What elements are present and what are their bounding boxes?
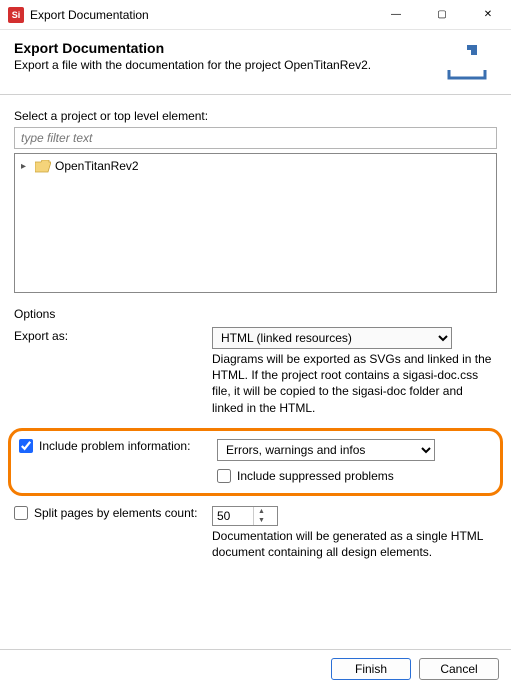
cancel-button[interactable]: Cancel bbox=[419, 658, 499, 680]
split-pages-spinner[interactable]: ▲ ▼ bbox=[212, 506, 278, 526]
window-controls: — ▢ ✕ bbox=[373, 0, 511, 29]
split-pages-hint: Documentation will be generated as a sin… bbox=[212, 528, 497, 560]
chevron-right-icon: ▸ bbox=[21, 161, 31, 172]
export-as-label: Export as: bbox=[14, 327, 204, 343]
folder-open-icon bbox=[35, 160, 51, 173]
split-pages-label: Split pages by elements count: bbox=[34, 506, 197, 520]
project-tree[interactable]: ▸ OpenTitanRev2 bbox=[14, 153, 497, 293]
close-button[interactable]: ✕ bbox=[465, 0, 511, 29]
spinner-up-icon[interactable]: ▲ bbox=[254, 507, 269, 516]
minimize-icon: — bbox=[391, 9, 401, 20]
maximize-icon: ▢ bbox=[437, 9, 446, 20]
include-problem-checkbox[interactable] bbox=[19, 439, 33, 453]
project-picker-label: Select a project or top level element: bbox=[14, 109, 497, 123]
filter-input[interactable] bbox=[14, 127, 497, 149]
export-icon bbox=[445, 40, 489, 80]
export-as-select[interactable]: HTML (linked resources) bbox=[212, 327, 452, 349]
split-pages-checkbox[interactable] bbox=[14, 506, 28, 520]
close-icon: ✕ bbox=[484, 9, 492, 20]
include-problem-label: Include problem information: bbox=[39, 439, 190, 453]
minimize-button[interactable]: — bbox=[373, 0, 419, 29]
include-suppressed-checkbox[interactable] bbox=[217, 469, 231, 483]
problem-level-select[interactable]: Errors, warnings and infos bbox=[217, 439, 435, 461]
include-suppressed-label: Include suppressed problems bbox=[237, 469, 394, 483]
tree-item-label: OpenTitanRev2 bbox=[55, 159, 139, 173]
titlebar: Si Export Documentation — ▢ ✕ bbox=[0, 0, 511, 30]
finish-button[interactable]: Finish bbox=[331, 658, 411, 680]
options-label: Options bbox=[14, 307, 497, 321]
dialog-header: Export Documentation Export a file with … bbox=[0, 30, 511, 94]
split-pages-value[interactable] bbox=[213, 508, 253, 524]
app-icon: Si bbox=[8, 7, 24, 23]
export-as-hint: Diagrams will be exported as SVGs and li… bbox=[212, 351, 497, 416]
highlight-frame: Include problem information: Errors, war… bbox=[8, 428, 503, 496]
maximize-button[interactable]: ▢ bbox=[419, 0, 465, 29]
tree-item[interactable]: ▸ OpenTitanRev2 bbox=[19, 158, 492, 174]
page-subtitle: Export a file with the documentation for… bbox=[14, 58, 445, 72]
dialog-footer: Finish Cancel bbox=[0, 649, 511, 688]
spinner-down-icon[interactable]: ▼ bbox=[254, 516, 269, 525]
window-title: Export Documentation bbox=[30, 8, 373, 22]
page-title: Export Documentation bbox=[14, 40, 445, 56]
